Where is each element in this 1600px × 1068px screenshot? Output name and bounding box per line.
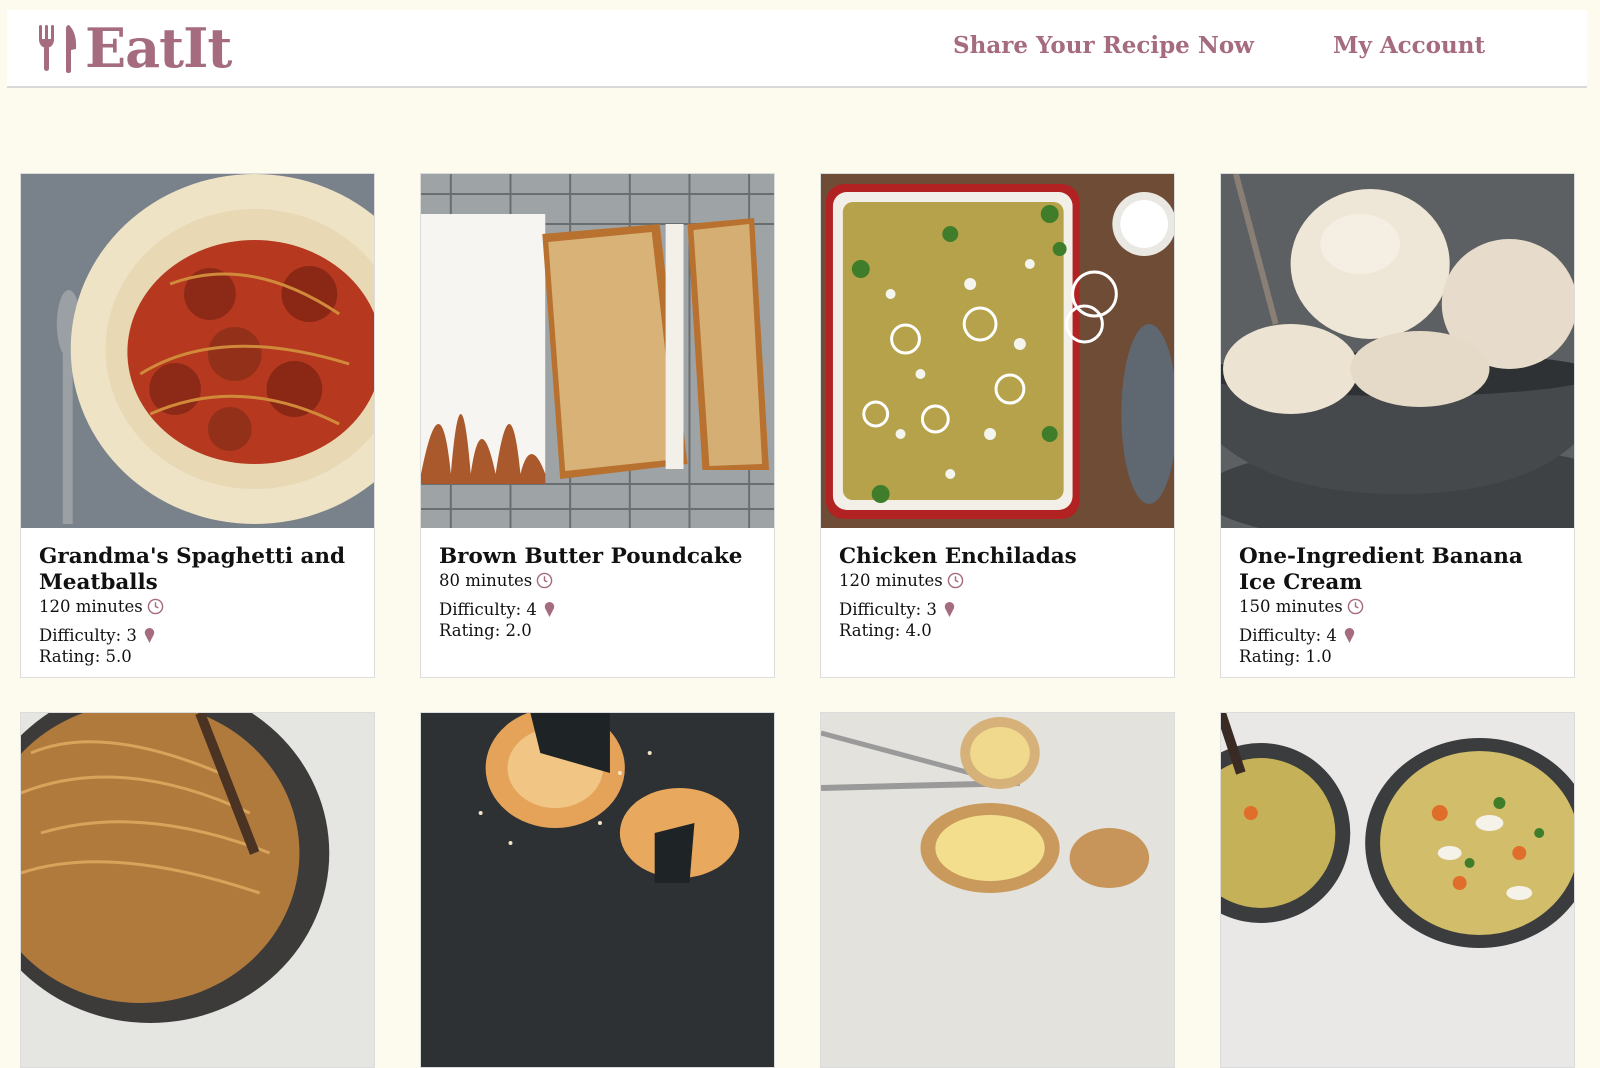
rating: Rating: 5.0	[39, 647, 132, 666]
recipe-card[interactable]: Chicken Enchiladas 120 minutes Difficult…	[820, 173, 1175, 678]
rating: Rating: 1.0	[1239, 647, 1332, 666]
difficulty: Difficulty: 4	[1239, 625, 1558, 646]
difficulty-value: Difficulty: 3	[839, 600, 937, 619]
difficulty-value: Difficulty: 4	[439, 600, 537, 619]
ice-cream-cone-icon	[1344, 627, 1355, 644]
recipe-photo[interactable]	[21, 174, 374, 528]
recipe-title[interactable]: Grandma's Spaghetti and Meatballs	[39, 544, 358, 596]
recipe-photo[interactable]	[421, 174, 774, 528]
recipe-card[interactable]	[820, 712, 1175, 1068]
difficulty-value: Difficulty: 3	[39, 626, 137, 645]
recipe-card[interactable]: Brown Butter Poundcake 80 minutes Diffic…	[420, 173, 775, 678]
recipe-card[interactable]	[20, 712, 375, 1068]
cook-time: 150 minutes	[1239, 596, 1558, 617]
cook-time-value: 120 minutes	[839, 571, 943, 590]
cook-time: 80 minutes	[439, 570, 758, 591]
ice-cream-cone-icon	[144, 627, 155, 644]
recipe-card[interactable]	[1220, 712, 1575, 1068]
difficulty: Difficulty: 3	[39, 625, 358, 646]
recipe-title[interactable]: Chicken Enchiladas	[839, 544, 1158, 570]
clock-icon	[536, 572, 553, 589]
recipe-card[interactable]	[420, 712, 775, 1068]
rating: Rating: 4.0	[839, 621, 932, 640]
recipe-photo[interactable]	[821, 713, 1174, 1067]
clock-icon	[147, 598, 164, 615]
cook-time-value: 80 minutes	[439, 571, 533, 590]
difficulty: Difficulty: 3	[839, 599, 1158, 620]
difficulty-value: Difficulty: 4	[1239, 626, 1337, 645]
recipe-photo[interactable]	[821, 174, 1174, 528]
brand-logo-link[interactable]: EatIt	[37, 16, 232, 80]
top-navigation-bar: EatIt Share Your Recipe Now My Account	[7, 10, 1587, 88]
cook-time-value: 120 minutes	[39, 597, 143, 616]
recipe-photo[interactable]	[1221, 174, 1574, 528]
fork-knife-icon	[39, 25, 77, 73]
recipe-card[interactable]: Grandma's Spaghetti and Meatballs 120 mi…	[20, 173, 375, 678]
clock-icon	[1347, 598, 1364, 615]
recipe-photo[interactable]	[21, 713, 374, 1067]
recipe-photo[interactable]	[1221, 713, 1574, 1067]
cook-time: 120 minutes	[39, 596, 358, 617]
brand-name: EatIt	[85, 16, 232, 80]
ice-cream-cone-icon	[944, 601, 955, 618]
difficulty: Difficulty: 4	[439, 599, 758, 620]
ice-cream-cone-icon	[544, 601, 555, 618]
recipe-title[interactable]: Brown Butter Poundcake	[439, 544, 758, 570]
cook-time-value: 150 minutes	[1239, 597, 1343, 616]
cook-time: 120 minutes	[839, 570, 1158, 591]
recipe-photo[interactable]	[421, 713, 774, 1067]
my-account-link[interactable]: My Account	[1333, 32, 1485, 59]
rating: Rating: 2.0	[439, 621, 532, 640]
clock-icon	[947, 572, 964, 589]
share-recipe-link[interactable]: Share Your Recipe Now	[953, 32, 1254, 59]
recipe-title[interactable]: One-Ingredient Banana Ice Cream	[1239, 544, 1558, 596]
recipe-card[interactable]: One-Ingredient Banana Ice Cream 150 minu…	[1220, 173, 1575, 678]
recipe-grid: Grandma's Spaghetti and Meatballs 120 mi…	[20, 173, 1580, 1068]
